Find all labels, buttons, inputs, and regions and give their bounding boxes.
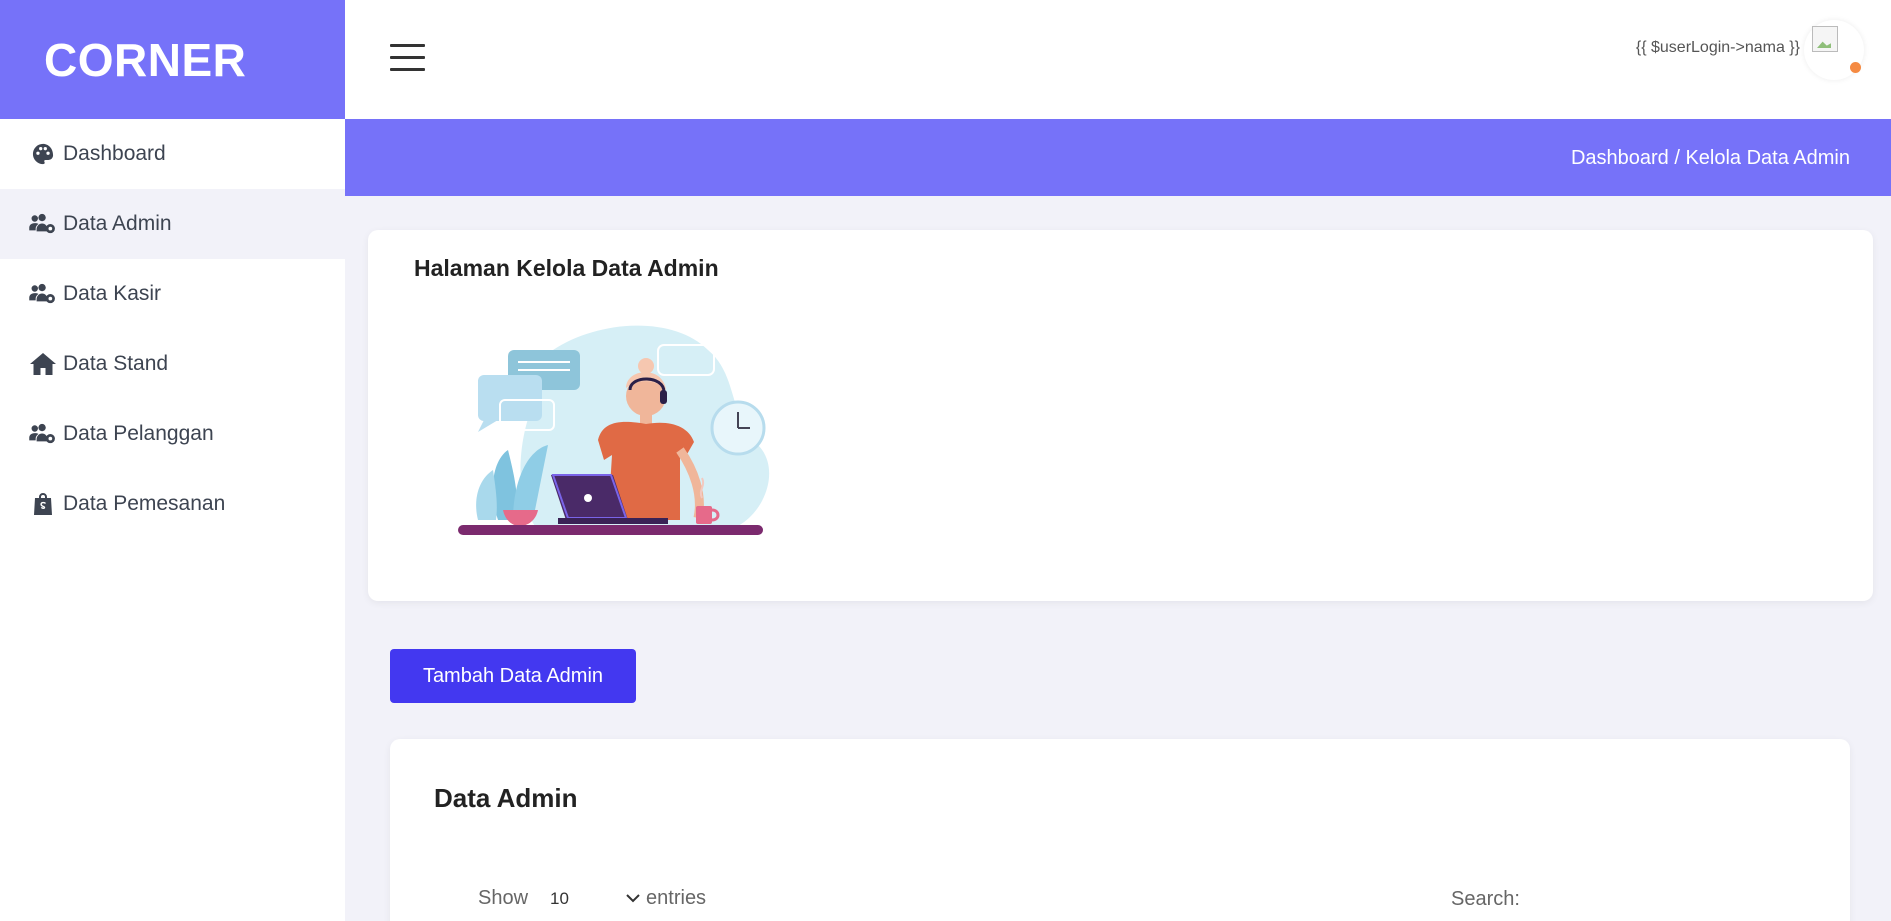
sidebar-item-data-kasir[interactable]: Data Kasir bbox=[0, 259, 345, 329]
sidebar-item-label: Data Stand bbox=[63, 352, 169, 375]
users-gear-icon bbox=[29, 211, 57, 237]
brand-header: CORNER bbox=[0, 0, 345, 119]
add-admin-button[interactable]: Tambah Data Admin bbox=[390, 649, 636, 703]
user-name[interactable]: {{ $userLogin->nama }} bbox=[1636, 39, 1800, 57]
breadcrumb: Dashboard / Kelola Data Admin bbox=[1570, 147, 1850, 169]
breadcrumb-bar: Dashboard / Kelola Data Admin bbox=[345, 119, 1891, 196]
sidebar-item-data-pemesanan[interactable]: Data Pemesanan bbox=[0, 469, 345, 539]
menu-toggle-icon[interactable] bbox=[390, 44, 425, 74]
sidebar: CORNER Dashboard Data Admin Data Kasir D… bbox=[0, 0, 345, 921]
sidebar-item-label: Dashboard bbox=[63, 142, 166, 165]
hero-card: Halaman Kelola Data Admin bbox=[368, 230, 1873, 601]
entries-select-value: 10 bbox=[550, 888, 569, 908]
sidebar-item-label: Data Kasir bbox=[63, 282, 162, 305]
entries-label: entries bbox=[646, 887, 707, 909]
sidebar-item-data-stand[interactable]: Data Stand bbox=[0, 329, 345, 399]
status-dot bbox=[1850, 62, 1861, 73]
sidebar-item-data-pelanggan[interactable]: Data Pelanggan bbox=[0, 399, 345, 469]
sidebar-item-label: Data Pemesanan bbox=[63, 492, 226, 515]
sidebar-item-label: Data Pelanggan bbox=[63, 422, 214, 445]
avatar[interactable] bbox=[1804, 20, 1864, 80]
page-title: Halaman Kelola Data Admin bbox=[414, 255, 719, 281]
entries-length-control: Show 10 entries bbox=[478, 887, 706, 910]
topbar: {{ $userLogin->nama }} bbox=[345, 0, 1891, 119]
sidebar-item-dashboard[interactable]: Dashboard bbox=[0, 119, 345, 189]
shopping-bag-icon bbox=[29, 491, 57, 517]
search-label: Search: bbox=[1451, 888, 1520, 910]
users-gear-icon bbox=[29, 281, 57, 307]
palette-icon bbox=[29, 141, 57, 167]
chevron-down-icon bbox=[626, 890, 640, 908]
users-gear-icon bbox=[29, 421, 57, 447]
sidebar-item-data-admin[interactable]: Data Admin bbox=[0, 189, 345, 259]
avatar-image-icon bbox=[1812, 26, 1838, 52]
brand-logo-text[interactable]: CORNER bbox=[44, 33, 246, 87]
entries-select[interactable]: 10 bbox=[540, 889, 640, 909]
show-label: Show bbox=[478, 887, 529, 909]
table-title: Data Admin bbox=[434, 783, 578, 813]
sidebar-item-label: Data Admin bbox=[63, 212, 172, 235]
data-table-card: Data Admin Show 10 entries Search: bbox=[390, 739, 1850, 921]
home-icon bbox=[29, 351, 57, 377]
support-agent-illustration bbox=[458, 325, 770, 535]
